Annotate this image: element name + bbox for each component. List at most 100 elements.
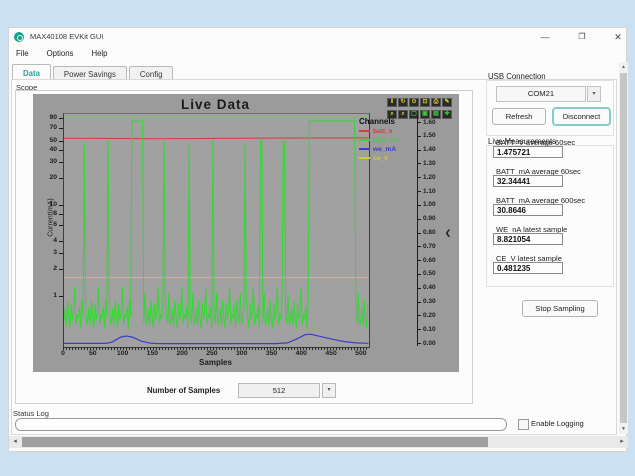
right-axis-tick-label: 1.00 [423,201,436,208]
chart-legend: Channels batt_vbatt_mawe_mAce_v [359,117,415,163]
legend-entry-label: batt_ma [373,137,398,144]
measurement-value: 8.821054 [493,233,563,245]
left-axis-tick-label: 3 [34,249,57,256]
x-axis-tick-label: 150 [142,350,162,357]
status-log-field[interactable] [15,418,507,431]
menu-bar: File Options Help [13,47,123,61]
scroll-right-icon[interactable]: ▸ [616,436,628,448]
graph-toolbar-row1: ‖↻⊙⊡⎙✎ [386,96,458,108]
right-axis-tick-label: 0.00 [423,340,436,347]
left-axis-tick-label: 20 [34,174,57,181]
status-log-label: Status Log [13,409,49,418]
com-port-dropdown-arrow[interactable]: ▾ [587,86,601,102]
app-icon [14,32,24,42]
app-window: MAX40108 EVKit GUI — ❐ ✕ File Options Help… [8,27,627,452]
horizontal-scrollbar[interactable]: ◂ ▸ [9,436,628,448]
print-icon[interactable]: ⎙ [431,98,441,107]
legend-entry-batt_v: batt_v [359,127,415,136]
close-button[interactable]: ✕ [607,29,629,45]
x-axis-tick-label: 250 [202,350,222,357]
live-data-chart[interactable]: Live Data ‖↻⊙⊡⎙✎⌕⌕▢▣▤✚ Current(mA) Chann… [33,94,459,372]
right-axis-tick-label: 1.40 [423,146,436,153]
horizontal-scroll-thumb[interactable] [22,437,488,447]
right-axis-tick [417,288,421,289]
left-axis-tick [59,162,63,163]
com-port-select[interactable]: COM21 [496,86,586,102]
right-axis-tick-label: 0.40 [423,284,436,291]
left-axis-tick [59,225,63,226]
vertical-scroll-thumb[interactable] [620,73,627,423]
right-axis-tick [417,205,421,206]
left-axis-tick-label: 30 [34,158,57,165]
legend-entry-ce_v: ce_v [359,154,415,163]
trace-we_mA [64,334,368,343]
right-axis-tick-label: 0.30 [423,298,436,305]
autoscale-icon[interactable]: ↻ [398,98,408,107]
title-bar: MAX40108 EVKit GUI — ❐ ✕ [9,28,626,46]
right-axis-tick [417,246,421,247]
right-axis-tick-label: 1.10 [423,188,436,195]
scroll-up-icon[interactable]: ▲ [619,62,628,72]
right-axis-tick [417,122,421,123]
measurement-value: 32.34441 [493,175,563,187]
left-axis-tick-label: 2 [34,265,57,272]
left-axis-tick [59,150,63,151]
scroll-down-icon[interactable]: ▼ [619,424,628,434]
left-axis-tick [59,214,63,215]
right-axis-tick-label: 0.10 [423,326,436,333]
left-axis-tick-label: 4 [34,237,57,244]
pause-icon[interactable]: ‖ [387,98,397,107]
scroll-left-icon[interactable]: ◂ [9,436,21,448]
right-axis-tick-label: 0.80 [423,229,436,236]
number-of-samples-dropdown-arrow[interactable]: ▾ [322,383,336,398]
right-axis-tick-label: 0.90 [423,215,436,222]
x-axis-tick-label: 350 [261,350,281,357]
lock-icon[interactable]: ⊡ [420,98,430,107]
right-axis-tick [417,315,421,316]
left-axis-tick [59,128,63,129]
stop-sampling-button[interactable]: Stop Sampling [522,300,598,317]
right-axis-tick [417,163,421,164]
enable-logging-checkbox[interactable] [518,419,529,430]
right-axis-tick-label: 1.20 [423,174,436,181]
right-axis-tick [417,343,421,344]
menu-file[interactable]: File [13,47,36,60]
maximize-button[interactable]: ❐ [571,29,593,45]
left-axis-tick [59,269,63,270]
x-axis-tick-label: 300 [232,350,252,357]
x-axis-tick-label: 0 [53,350,73,357]
right-axis-tick [417,274,421,275]
vertical-scrollbar[interactable]: ▲ ▼ [619,62,628,434]
right-axis-tick-label: 0.60 [423,257,436,264]
tab-bar: DataPower SavingsConfig [12,64,175,80]
number-of-samples-select[interactable]: 512 [238,383,320,398]
axis-cursor-marker[interactable]: ❮ [445,229,451,237]
refresh-button[interactable]: Refresh [492,108,546,125]
left-axis-tick [59,178,63,179]
left-axis-tick [59,241,63,242]
minimize-button[interactable]: — [534,29,556,45]
left-axis-tick [59,118,63,119]
left-axis-tick [59,205,63,206]
left-axis-tick [59,253,63,254]
legend-entry-we_mA: we_mA [359,145,415,154]
menu-help[interactable]: Help [88,47,114,60]
settings-icon[interactable]: ✎ [442,98,452,107]
right-axis-tick [417,260,421,261]
number-of-samples-label: Number of Samples [147,386,220,395]
menu-options[interactable]: Options [44,47,81,60]
right-axis-tick [417,150,421,151]
scale-lock-icon[interactable]: ⊙ [409,98,419,107]
left-axis-tick-label: 1 [34,292,57,299]
left-axis-tick-label: 70 [34,124,57,131]
legend-swatch [359,130,370,132]
x-axis-tick-label: 100 [113,350,133,357]
disconnect-button[interactable]: Disconnect [552,107,611,126]
expand-icon[interactable]: ✚ [442,110,452,119]
left-axis-tick-label: 6 [34,221,57,228]
left-axis-tick-label: 10 [34,201,57,208]
right-axis-tick [417,302,421,303]
right-axis-tick [417,136,421,137]
left-axis-tick-label: 50 [34,137,57,144]
plot-area[interactable] [63,113,370,348]
